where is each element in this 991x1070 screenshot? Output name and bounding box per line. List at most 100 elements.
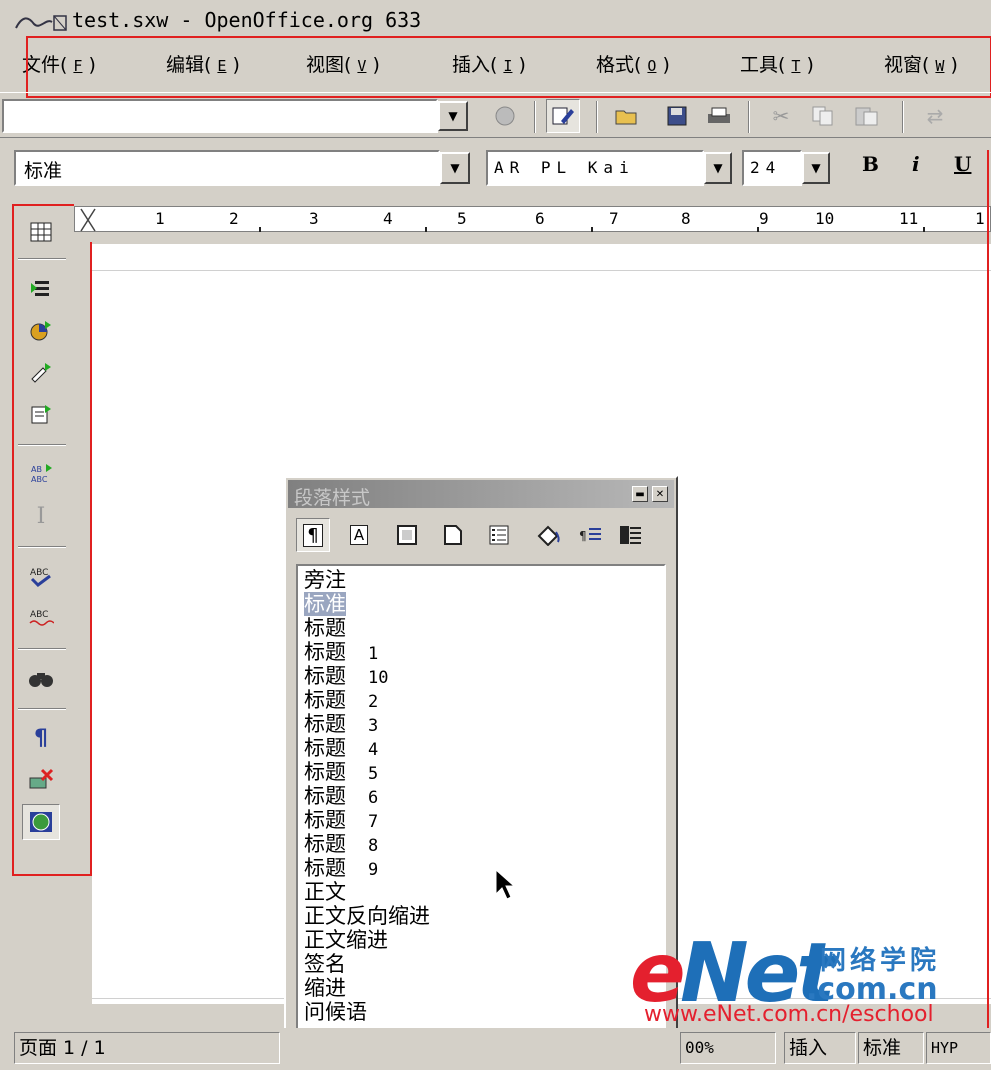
style-list-item[interactable]: 签名	[304, 952, 346, 976]
open-button[interactable]	[610, 99, 644, 133]
style-list-item[interactable]: 标题 8	[304, 832, 378, 858]
font-name-dropdown-button[interactable]: ▼	[704, 152, 732, 184]
minimize-button[interactable]: ▬	[632, 486, 648, 502]
numbering-styles-button[interactable]	[482, 518, 516, 552]
underline-button[interactable]: U	[954, 152, 971, 176]
edit-file-button[interactable]	[546, 99, 580, 133]
style-list-item[interactable]: 正文	[304, 880, 346, 904]
url-dropdown-button[interactable]: ▼	[438, 101, 468, 131]
style-list-item[interactable]: 缩进	[304, 976, 346, 1000]
close-button[interactable]: ✕	[652, 486, 668, 502]
style-list-item[interactable]: 标题 6	[304, 784, 378, 810]
numbering-styles-icon	[489, 525, 509, 545]
triangle-down-icon: ▼	[811, 161, 821, 175]
style-list-item[interactable]: 标题 7	[304, 808, 378, 834]
stop-button[interactable]	[488, 99, 522, 133]
ruler-tab-marker	[923, 227, 925, 232]
style-list-item[interactable]: 标题 2	[304, 688, 378, 714]
toolbar-separator	[902, 101, 904, 133]
tab-stop-icon	[80, 208, 96, 232]
style-list-item[interactable]: 问候语	[304, 1000, 367, 1024]
watermark-url: www.eNet.com.cn/eschool	[644, 1002, 934, 1027]
update-style-button[interactable]	[614, 518, 648, 552]
italic-button[interactable]: i	[912, 152, 920, 176]
ruler-tick-label: 11	[899, 209, 919, 228]
style-name: 旁注	[304, 568, 346, 592]
ruler-tick-label: 2	[229, 209, 239, 228]
style-list-item[interactable]: 标题 1	[304, 640, 378, 666]
page-styles-icon	[444, 525, 462, 545]
style-list-item[interactable]: 正文反向缩进	[304, 904, 430, 928]
toolbar-separator	[534, 101, 536, 133]
style-list-item[interactable]: 标题 10	[304, 664, 388, 690]
style-list-item[interactable]: 标准	[304, 592, 346, 616]
style-list-item[interactable]: 标题 9	[304, 856, 378, 882]
style-number: 7	[368, 812, 379, 832]
frame-styles-button[interactable]	[390, 518, 424, 552]
paragraph-style-combo[interactable]: 标准	[14, 150, 440, 186]
style-number: 6	[368, 788, 379, 808]
openoffice-app-icon[interactable]	[14, 12, 68, 34]
copy-button[interactable]	[806, 99, 840, 133]
toolbar-separator	[748, 101, 750, 133]
horizontal-ruler[interactable]: 1 2 3 4 5 6 7 8 9 10 11 1	[74, 198, 991, 242]
ruler-tab-marker	[425, 227, 427, 232]
style-name: 正文缩进	[304, 928, 388, 952]
style-number: 3	[368, 716, 379, 736]
style-name: 标题	[304, 856, 346, 880]
frame-styles-icon	[397, 525, 417, 545]
style-list-item[interactable]: 标题 4	[304, 736, 378, 762]
style-list[interactable]: 旁注 标准 标题 标题 1 标题 10 标题 2 标题 3 标题 4 标题 5 标题 6 标题 7 标题 8 标题 9 正文正…	[296, 564, 666, 1070]
style-name: 标题	[304, 712, 346, 736]
insert-mode-indicator[interactable]: 插入	[784, 1032, 856, 1064]
save-icon	[667, 106, 687, 126]
style-list-item[interactable]: 标题 3	[304, 712, 378, 738]
triangle-down-icon: ▼	[448, 109, 458, 123]
style-list-item[interactable]: 标题	[304, 616, 346, 640]
cut-button[interactable]: ✂	[764, 99, 798, 133]
page-margin-line	[92, 270, 991, 271]
style-list-item[interactable]: 标题 5	[304, 760, 378, 786]
font-size-combo[interactable]: 24	[742, 150, 802, 186]
paste-icon	[855, 107, 878, 126]
style-name: 标题	[304, 808, 346, 832]
style-list-item[interactable]: 旁注	[304, 568, 346, 592]
enet-watermark: e Net 网络学院 .com.cn www.eNet.com.cn/escho…	[630, 926, 960, 1032]
paragraph-styles-button[interactable]: ¶	[296, 518, 330, 552]
save-button[interactable]	[660, 99, 694, 133]
paste-button[interactable]	[850, 99, 884, 133]
stylist-window[interactable]: 段落样式 ▬ ✕ ¶ A ¶ 旁注 标准 标题 标题 1 标题 10 标题 2 标题 3 标题 4 标题 5…	[284, 476, 678, 1070]
status-bar: 页面 1 / 1 00% 插入 标准 HYP	[0, 1028, 991, 1070]
hyperlink-mode-indicator[interactable]: HYP	[926, 1032, 991, 1064]
character-styles-button[interactable]: A	[342, 518, 376, 552]
triangle-down-icon: ▼	[450, 161, 460, 175]
ruler-tick-label: 7	[609, 209, 619, 228]
fill-format-button[interactable]	[532, 518, 566, 552]
ruler-tick-label: 9	[759, 209, 769, 228]
zoom-indicator[interactable]: 00%	[680, 1032, 776, 1064]
stylist-title-bar[interactable]: 段落样式 ▬ ✕	[288, 480, 674, 509]
font-name-value: AR PL Kai	[494, 158, 635, 177]
bold-button[interactable]: B	[862, 152, 879, 176]
mouse-pointer-icon	[495, 868, 516, 900]
font-name-combo[interactable]: AR PL Kai	[486, 150, 704, 186]
close-icon: ✕	[655, 488, 665, 500]
url-combo[interactable]	[2, 99, 438, 133]
style-number: 9	[368, 860, 379, 880]
style-name: 标题	[304, 616, 346, 640]
print-button[interactable]	[702, 99, 736, 133]
style-name: 标题	[304, 832, 346, 856]
page-styles-button[interactable]	[436, 518, 470, 552]
selection-mode-indicator[interactable]: 标准	[858, 1032, 924, 1064]
paragraph-styles-icon: ¶	[303, 523, 323, 547]
style-list-item[interactable]: 正文缩进	[304, 928, 388, 952]
ruler-tick-label: 3	[309, 209, 319, 228]
font-size-dropdown-button[interactable]: ▼	[802, 152, 830, 184]
character-styles-icon: A	[349, 525, 369, 545]
new-style-button[interactable]: ¶	[574, 518, 608, 552]
undo-button[interactable]: ⇄	[918, 99, 952, 133]
right-highlight-edge	[987, 150, 989, 1050]
paragraph-style-dropdown-button[interactable]: ▼	[440, 152, 470, 184]
stylist-title: 段落样式	[294, 487, 371, 509]
style-name: 正文	[304, 880, 346, 904]
